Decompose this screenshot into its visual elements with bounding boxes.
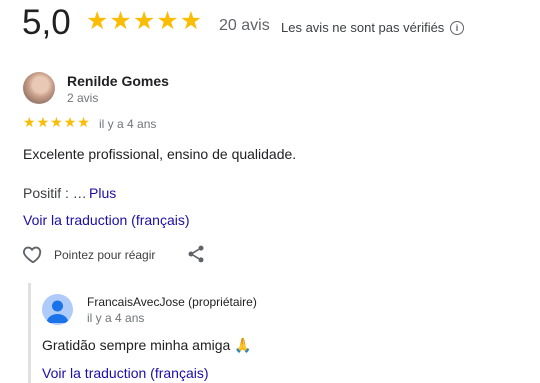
- reply-timestamp: il y a 4 ans: [87, 311, 145, 325]
- star-icon: ★: [109, 7, 132, 35]
- review-stars: ★ ★ ★ ★ ★: [23, 115, 90, 130]
- share-icon[interactable]: [186, 244, 206, 264]
- heart-icon[interactable]: [22, 243, 44, 265]
- unverified-note: Les avis ne sont pas vérifiés: [281, 20, 445, 35]
- star-icon: ★: [86, 7, 109, 35]
- reviewer-review-count: 2 avis: [67, 91, 99, 105]
- star-icon: ★: [50, 114, 63, 130]
- reply-translate-link[interactable]: Voir la traduction (français): [42, 365, 209, 381]
- star-icon: ★: [77, 114, 90, 130]
- star-icon: ★: [179, 7, 203, 35]
- translate-link[interactable]: Voir la traduction (français): [23, 212, 190, 228]
- owner-avatar[interactable]: [42, 294, 73, 325]
- average-rating: 5,0: [22, 3, 71, 42]
- star-icon: ★: [63, 114, 77, 130]
- star-icon: ★: [156, 7, 179, 35]
- person-icon: [46, 300, 69, 323]
- positive-label: Positif : …: [23, 185, 87, 201]
- review-timestamp: il y a 4 ans: [99, 117, 157, 131]
- owner-name: FrancaisAvecJose (propriétaire): [87, 295, 257, 309]
- reviewer-avatar[interactable]: [23, 72, 55, 104]
- reviewer-name[interactable]: Renilde Gomes: [67, 73, 169, 89]
- review-text: Excelente profissional, ensino de qualid…: [23, 146, 297, 162]
- star-icon: ★: [132, 7, 156, 35]
- star-icon: ★: [36, 114, 50, 130]
- reply-text: Gratidão sempre minha amiga 🙏: [42, 337, 252, 353]
- average-stars: ★ ★ ★ ★ ★: [86, 8, 202, 34]
- star-icon: ★: [23, 114, 36, 130]
- info-icon[interactable]: i: [450, 21, 464, 35]
- review-count: 20 avis: [219, 17, 270, 34]
- more-link[interactable]: Plus: [89, 185, 116, 201]
- react-label[interactable]: Pointez pour réagir: [54, 248, 155, 262]
- reply-divider: [28, 283, 31, 383]
